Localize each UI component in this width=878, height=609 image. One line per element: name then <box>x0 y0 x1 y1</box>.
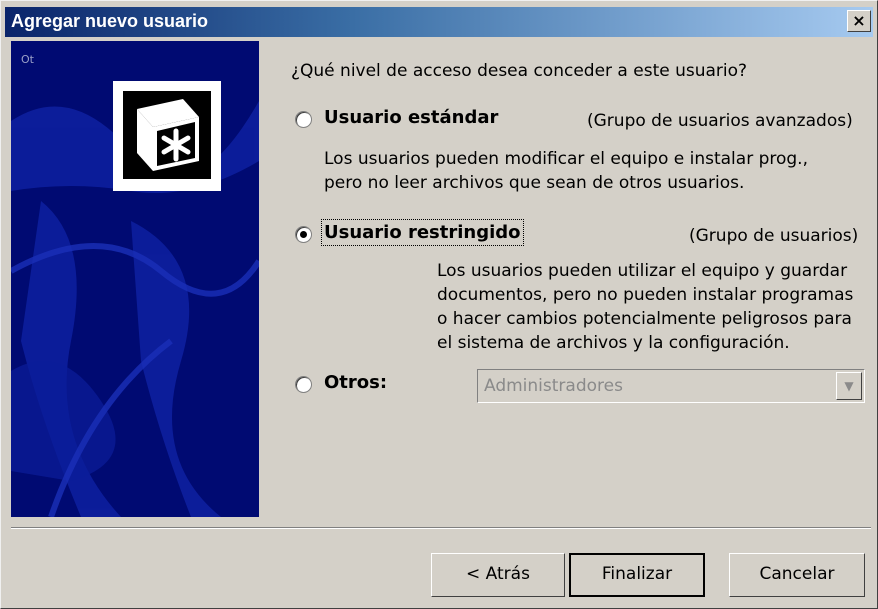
radio-usuario-estandar[interactable] <box>295 111 312 128</box>
banner-panel: Ot <box>11 41 259 517</box>
finish-button[interactable]: Finalizar <box>569 553 705 597</box>
back-button[interactable]: < Atrás <box>431 553 565 597</box>
description-line: Los usuarios pueden modificar el equipo … <box>324 149 808 169</box>
option-label-usuario-estandar[interactable]: Usuario estándar <box>324 107 498 128</box>
option-group-usuario-restringido: (Grupo de usuarios) <box>689 226 859 246</box>
title-bar[interactable]: Agregar nuevo usuario × <box>5 7 873 37</box>
close-icon: × <box>852 11 866 30</box>
option-description-usuario-restringido: Los usuarios pueden utilizar el equipo y… <box>437 259 853 355</box>
access-question: ¿Qué nivel de acceso desea conceder a es… <box>291 61 748 81</box>
description-line: pero no leer archivos que sean de otros … <box>324 173 745 193</box>
description-line: o hacer cambios potencialmente peligroso… <box>437 309 852 329</box>
asterisk-key-icon <box>113 81 221 191</box>
option-label-otros[interactable]: Otros: <box>324 372 387 393</box>
group-select-dropdown-button[interactable]: ▼ <box>836 372 862 400</box>
cancel-button[interactable]: Cancelar <box>729 553 865 597</box>
close-button[interactable]: × <box>847 10 871 32</box>
banner-corner-label: Ot <box>21 53 34 66</box>
radio-usuario-restringido[interactable] <box>295 226 312 243</box>
chevron-down-icon: ▼ <box>844 379 854 393</box>
option-description-usuario-estandar: Los usuarios pueden modificar el equipo … <box>324 147 808 195</box>
radio-otros[interactable] <box>295 376 312 393</box>
option-label-usuario-restringido[interactable]: Usuario restringido <box>321 219 524 246</box>
footer-separator <box>11 527 871 529</box>
group-select-value: Administradores <box>484 376 623 396</box>
description-line: Los usuarios pueden utilizar el equipo y… <box>437 261 848 281</box>
window-title: Agregar nuevo usuario <box>11 11 209 31</box>
description-line: el sistema de archivos y la configuració… <box>437 333 790 353</box>
option-group-usuario-estandar: (Grupo de usuarios avanzados) <box>587 111 853 131</box>
group-select[interactable]: Administradores ▼ <box>477 369 865 403</box>
description-line: documentos, pero no pueden instalar prog… <box>437 285 854 305</box>
dialog-window: Agregar nuevo usuario × Ot ¿Qué nivel de… <box>0 0 878 609</box>
